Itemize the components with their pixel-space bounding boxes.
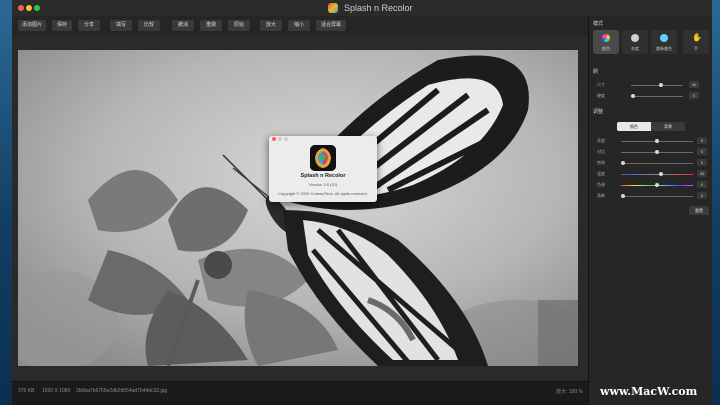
status-zoom: 放大: 100 % [556,389,583,395]
about-app-name: Splash n Recolor [300,173,346,179]
tint-label: 色调 [597,182,605,187]
mode-selector: 颜色 灰度 重新着色 ✋ 手 [593,30,709,54]
segment-background-tab[interactable]: 背景 [651,122,685,131]
paint-palette-icon [631,34,639,42]
saturation-label: 饱和 [597,160,605,165]
brush-size-label: 尺寸 [597,82,605,87]
mode-section-title: 模式 [593,21,604,27]
brush-hardness-value[interactable]: 0 [689,92,699,99]
color-wheel-icon [602,34,610,42]
tint-knob[interactable] [655,183,659,187]
redo-button[interactable]: 重做 [200,20,222,31]
status-image-size: 1920 X 1080 [42,388,71,394]
reset-button[interactable]: 重置 [689,206,709,215]
side-panel: 模式 颜色 灰度 重新着色 ✋ 手 刷 尺寸 40 硬度 0 调整 颜色 背景 … [588,16,712,405]
maximize-window-button[interactable] [34,5,40,11]
hand-icon: ✋ [692,33,702,42]
temperature-slider[interactable] [621,172,693,176]
brightness-label: 亮度 [597,138,605,143]
about-dialog-titlebar [269,136,377,142]
window-title: Splash n Recolor [344,3,413,13]
tint-value[interactable]: 0 [697,181,707,188]
status-file-size: 376 KB [18,388,35,394]
about-minimize-button [278,137,282,141]
watermark-text: www.MacW.com [600,385,698,398]
toolbar: 添加图片 保存 分享 填写 比较 撤消 重做 原始 放大 缩小 适合屏幕 [12,16,588,36]
brush-size-value[interactable]: 40 [689,81,699,88]
recolor-icon [660,34,668,42]
add-image-button[interactable]: 添加图片 [18,20,46,31]
save-button[interactable]: 保存 [52,20,72,31]
about-copyright: Copyright © 2020 CubesoTech. All rights … [278,191,368,196]
temperature-value[interactable]: 30 [697,170,707,177]
mode-grayscale-button[interactable]: 灰度 [622,30,648,54]
undo-button[interactable]: 撤消 [172,20,194,31]
mode-hand-button[interactable]: ✋ 手 [683,30,709,54]
brightness-value[interactable]: 0 [697,137,707,144]
brush-size-knob[interactable] [659,83,663,87]
clarity-label: 清晰 [597,193,605,198]
photo-illustration [18,50,578,366]
clarity-knob[interactable] [621,194,625,198]
title-bar: Splash n Recolor [12,0,712,17]
desktop-wallpaper-left [0,0,12,405]
clarity-slider[interactable] [621,194,693,198]
brightness-knob[interactable] [655,139,659,143]
app-icon [328,3,338,13]
contrast-knob[interactable] [655,150,659,154]
saturation-value[interactable]: 0 [697,159,707,166]
contrast-slider[interactable] [621,150,693,154]
status-filename: 2b6ba7b6766e2db2d554ad7644dc32.jpg [76,388,168,394]
app-window: Splash n Recolor 添加图片 保存 分享 填写 比较 撤消 重做 … [12,0,712,405]
brush-size-slider[interactable] [631,83,683,87]
contrast-value[interactable]: 0 [697,148,707,155]
segment-color-tab[interactable]: 颜色 [617,122,651,131]
clone-button[interactable]: 填写 [110,20,132,31]
brush-section-title: 刷 [593,69,599,75]
mode-color-button[interactable]: 颜色 [593,30,619,54]
canvas-area[interactable] [12,36,588,381]
saturation-knob[interactable] [621,161,625,165]
brush-hardness-knob[interactable] [631,94,635,98]
minimize-window-button[interactable] [26,5,32,11]
compare-button[interactable]: 比较 [138,20,160,31]
temperature-knob[interactable] [659,172,663,176]
temperature-label: 温度 [597,171,605,176]
status-bar: 376 KB 1920 X 1080 2b6ba7b6766e2db2d554a… [12,381,588,405]
zoom-out-button[interactable]: 缩小 [288,20,310,31]
about-version: Version 3.5 (10) [308,182,338,187]
contrast-label: 对比 [597,149,605,154]
zoom-in-button[interactable]: 放大 [260,20,282,31]
about-close-button[interactable] [272,137,276,141]
fit-screen-button[interactable]: 适合屏幕 [316,20,346,31]
app-logo-icon [310,145,336,171]
tint-slider[interactable] [621,183,693,187]
brightness-slider[interactable] [621,139,693,143]
close-window-button[interactable] [18,5,24,11]
saturation-slider[interactable] [621,161,693,165]
original-button[interactable]: 原始 [228,20,250,31]
desktop-wallpaper-right [712,0,720,405]
share-button[interactable]: 分享 [78,20,100,31]
clarity-value[interactable]: 0 [697,192,707,199]
mode-recolor-button[interactable]: 重新着色 [651,30,677,54]
adjust-section-title: 调整 [593,109,604,115]
brush-hardness-label: 硬度 [597,93,605,98]
about-dialog: Splash n Recolor Version 3.5 (10) Copyri… [269,136,377,202]
brush-hardness-slider[interactable] [631,94,683,98]
butterfly-photo[interactable] [18,50,578,366]
about-maximize-button [284,137,288,141]
